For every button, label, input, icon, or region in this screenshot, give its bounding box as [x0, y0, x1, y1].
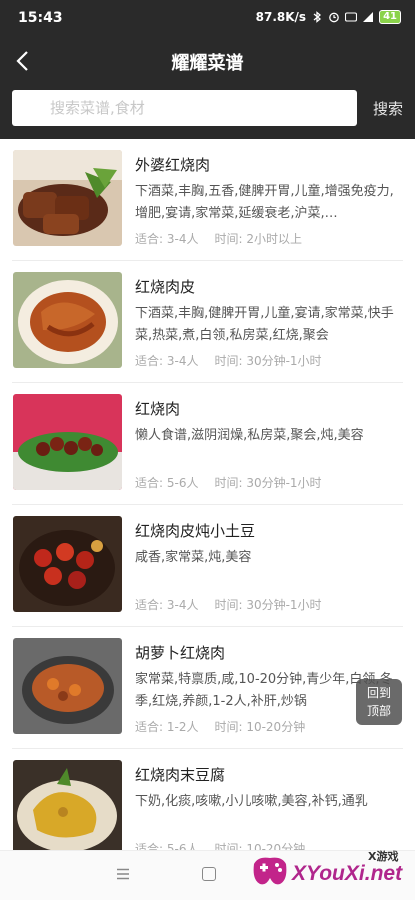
recipe-list-item[interactable]: 胡萝卜红烧肉 家常菜,特禀质,咸,10-20分钟,青少年,白领,冬季,红烧,养颜… — [0, 627, 415, 749]
recipe-tags: 下奶,化痰,咳嗽,小儿咳嗽,美容,补钙,通乳 — [135, 794, 368, 809]
recipe-serves: 适合: 1-2人 — [135, 720, 199, 734]
back-to-top-line1: 回到 — [366, 686, 391, 700]
recipe-meta: 适合: 5-6人 时间: 30分钟-1小时 — [135, 474, 322, 491]
network-speed: 87.8K/s — [255, 10, 307, 24]
alarm-icon — [329, 12, 339, 23]
recipe-thumbnail — [13, 394, 122, 490]
recipe-name: 红烧肉 — [135, 400, 181, 418]
home-icon[interactable] — [202, 867, 216, 881]
recipe-time: 时间: 2小时以上 — [214, 232, 302, 246]
watermark-en: XYouXi.net — [292, 862, 403, 885]
recipe-thumbnail — [13, 150, 122, 246]
recipe-serves: 适合: 3-4人 — [135, 354, 199, 368]
status-time: 15:43 — [18, 10, 63, 26]
recipe-thumbnail — [13, 516, 122, 612]
status-bar: 15:43 87.8K/s 41 — [0, 0, 415, 38]
watermark-cn: X游戏 — [368, 850, 399, 863]
recipe-name: 红烧肉皮炖小土豆 — [135, 522, 256, 540]
recipe-meta: 适合: 3-4人 时间: 30分钟-1小时 — [135, 596, 322, 613]
title-bar: 耀耀菜谱 — [0, 38, 415, 84]
recipe-list-item[interactable]: 红烧肉皮炖小土豆 咸香,家常菜,炖,美容 适合: 3-4人 时间: 30分钟-1小… — [0, 505, 415, 627]
recipe-tags: 下酒菜,丰胸,五香,健脾开胃,儿童,增强免疫力,增肥,宴请,家常菜,延缓衰老,沪… — [135, 184, 394, 221]
recipe-name: 胡萝卜红烧肉 — [135, 644, 226, 662]
recipe-time: 时间: 30分钟-1小时 — [214, 354, 322, 368]
recipe-meta: 适合: 1-2人 时间: 10-20分钟 — [135, 718, 305, 735]
recipe-name: 红烧肉皮 — [135, 278, 196, 296]
recipe-serves: 适合: 3-4人 — [135, 598, 199, 612]
recipe-thumbnail — [13, 760, 122, 856]
search-input[interactable] — [12, 90, 357, 126]
recipe-serves: 适合: 3-4人 — [135, 232, 199, 246]
hd-icon — [345, 12, 358, 22]
recipe-time: 时间: 10-20分钟 — [214, 720, 306, 734]
search-button[interactable]: 搜索 — [373, 98, 403, 119]
recipe-serves: 适合: 5-6人 — [135, 476, 199, 490]
recipe-name: 红烧肉末豆腐 — [135, 766, 226, 784]
search-bar: 搜索 — [0, 84, 415, 139]
recipe-tags: 下酒菜,丰胸,健脾开胃,儿童,宴请,家常菜,快手菜,热菜,煮,白领,私房菜,红烧… — [135, 306, 394, 343]
page-title: 耀耀菜谱 — [171, 53, 244, 74]
watermark: XYouXi.net X游戏 — [248, 842, 415, 900]
recipe-meta: 适合: 3-4人 时间: 30分钟-1小时 — [135, 352, 322, 369]
recipe-time: 时间: 30分钟-1小时 — [214, 476, 322, 490]
recipe-thumbnail — [13, 638, 122, 734]
recipe-list-item[interactable]: 红烧肉 懒人食谱,滋阴润燥,私房菜,聚会,炖,美容 适合: 5-6人 时间: 30… — [0, 383, 415, 505]
back-to-top-button[interactable]: 回到 顶部 — [356, 679, 402, 725]
recipe-tags: 懒人食谱,滋阴润燥,私房菜,聚会,炖,美容 — [135, 428, 364, 443]
recipe-meta: 适合: 3-4人 时间: 2小时以上 — [135, 230, 302, 247]
recipe-tags: 咸香,家常菜,炖,美容 — [135, 550, 252, 565]
gamepad-logo-icon — [253, 857, 287, 885]
recipe-name: 外婆红烧肉 — [135, 156, 211, 174]
recipe-time: 时间: 30分钟-1小时 — [214, 598, 322, 612]
signal-icon — [363, 12, 374, 22]
back-to-top-line2: 顶部 — [366, 704, 391, 718]
menu-icon[interactable] — [116, 867, 130, 881]
battery-level: 41 — [379, 10, 401, 24]
status-indicators: 87.8K/s 41 — [256, 10, 401, 24]
bluetooth-icon — [313, 11, 322, 23]
recipe-list-item[interactable]: 红烧肉皮 下酒菜,丰胸,健脾开胃,儿童,宴请,家常菜,快手菜,热菜,煮,白领,私… — [0, 261, 415, 383]
recipe-list-item[interactable]: 外婆红烧肉 下酒菜,丰胸,五香,健脾开胃,儿童,增强免疫力,增肥,宴请,家常菜,… — [0, 139, 415, 261]
recipe-thumbnail — [13, 272, 122, 368]
